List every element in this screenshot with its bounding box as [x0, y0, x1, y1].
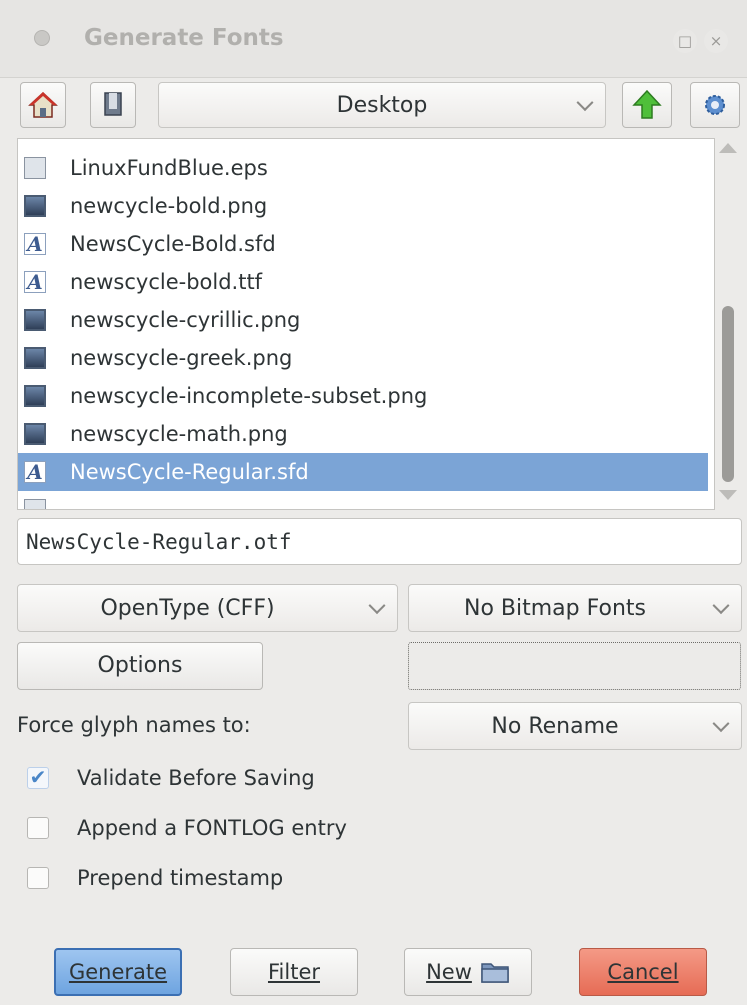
- empty-bitmap-area: [408, 642, 741, 690]
- file-name: newscycle-greek.png: [70, 346, 293, 370]
- new-label: New: [426, 960, 472, 984]
- up-arrow-icon: [632, 89, 662, 119]
- scrollbar-thumb[interactable]: [722, 306, 734, 482]
- timestamp-label: Prepend timestamp: [77, 866, 284, 890]
- filename-input[interactable]: [17, 518, 742, 565]
- force-glyph-label: Force glyph names to:: [17, 713, 251, 737]
- chevron-down-icon: [712, 715, 730, 733]
- file-name: NewsCycle-Regular.sfd: [70, 460, 309, 484]
- outline-format-label: OpenType (CFF): [100, 595, 275, 621]
- image-file-icon: [24, 423, 46, 445]
- list-item[interactable]: A newscycle-bold.ttf: [18, 263, 708, 301]
- list-item[interactable]: newscycle-math.png: [18, 415, 708, 453]
- fontlog-checkbox[interactable]: [27, 817, 49, 839]
- scroll-up-arrow-icon[interactable]: [719, 143, 737, 153]
- font-file-icon: A: [24, 232, 46, 256]
- bookmarks-button[interactable]: [90, 82, 136, 128]
- outline-format-combo[interactable]: OpenType (CFF): [17, 584, 398, 632]
- home-icon: [28, 91, 58, 118]
- glyph-rename-combo[interactable]: No Rename: [408, 702, 742, 750]
- file-name: LinuxFundBlue.eps: [70, 156, 268, 180]
- timestamp-checkbox[interactable]: [27, 867, 49, 889]
- validate-label: Validate Before Saving: [77, 766, 315, 790]
- gear-icon: [705, 95, 725, 115]
- window-menu-icon[interactable]: [34, 30, 50, 46]
- bitmap-format-label: No Bitmap Fonts: [464, 595, 646, 621]
- file-name: newscycle-incomplete-subset.png: [70, 384, 428, 408]
- font-file-icon: A: [24, 460, 46, 484]
- list-item[interactable]: newscycle-greek.png: [18, 339, 708, 377]
- glyph-rename-label: No Rename: [491, 713, 619, 739]
- list-item[interactable]: newcycle-bold.png: [18, 187, 708, 225]
- close-button[interactable]: ×: [704, 29, 728, 53]
- image-file-icon: [24, 347, 46, 369]
- file-name: newscycle-math.png: [70, 422, 288, 446]
- bookmark-icon: [104, 92, 122, 116]
- chevron-down-icon: [368, 597, 386, 615]
- options-button[interactable]: Options: [17, 642, 263, 690]
- up-button[interactable]: [622, 82, 672, 128]
- generate-label: Generate: [68, 960, 168, 984]
- filter-button[interactable]: Filter: [230, 948, 358, 996]
- list-item[interactable]: LinuxFundBlue.eps: [18, 149, 708, 187]
- list-item-partial[interactable]: [18, 491, 708, 509]
- chevron-down-icon: [712, 597, 730, 615]
- file-name: newscycle-cyrillic.png: [70, 308, 301, 332]
- scroll-down-arrow-icon[interactable]: [719, 490, 737, 500]
- folder-icon: [481, 963, 509, 983]
- new-folder-button[interactable]: New: [404, 948, 532, 996]
- file-name: newcycle-bold.png: [70, 194, 268, 218]
- font-file-icon: A: [24, 270, 46, 294]
- home-button[interactable]: [20, 82, 66, 128]
- fontlog-label: Append a FONTLOG entry: [77, 816, 347, 840]
- validate-checkbox[interactable]: ✔: [27, 767, 49, 789]
- list-item[interactable]: newscycle-cyrillic.png: [18, 301, 708, 339]
- maximize-button[interactable]: □: [673, 29, 697, 53]
- image-file-icon: [24, 309, 46, 331]
- settings-button[interactable]: [690, 82, 740, 128]
- file-list[interactable]: LinuxFundBlue.eps newcycle-bold.png A Ne…: [17, 138, 715, 510]
- image-file-icon: [24, 385, 46, 407]
- eps-file-icon: [24, 157, 46, 179]
- list-item-selected[interactable]: A NewsCycle-Regular.sfd: [18, 453, 708, 491]
- bitmap-format-combo[interactable]: No Bitmap Fonts: [408, 584, 742, 632]
- timestamp-option[interactable]: Prepend timestamp: [27, 866, 283, 890]
- filter-label: Filter: [267, 960, 320, 984]
- cancel-label: Cancel: [607, 960, 679, 984]
- validate-option[interactable]: ✔ Validate Before Saving: [27, 766, 315, 790]
- fontlog-option[interactable]: Append a FONTLOG entry: [27, 816, 347, 840]
- generate-button[interactable]: Generate: [54, 948, 182, 996]
- location-label: Desktop: [336, 92, 428, 118]
- list-item[interactable]: newscycle-incomplete-subset.png: [18, 377, 708, 415]
- list-item[interactable]: A NewsCycle-Bold.sfd: [18, 225, 708, 263]
- image-file-icon: [24, 195, 46, 217]
- location-combo[interactable]: Desktop: [158, 82, 606, 128]
- file-name: NewsCycle-Bold.sfd: [70, 232, 276, 256]
- cancel-button[interactable]: Cancel: [579, 948, 707, 996]
- title-bar: Generate Fonts □ ×: [0, 0, 747, 78]
- file-name: newscycle-bold.ttf: [70, 270, 263, 294]
- window-title: Generate Fonts: [84, 25, 284, 51]
- file-icon: [24, 499, 46, 509]
